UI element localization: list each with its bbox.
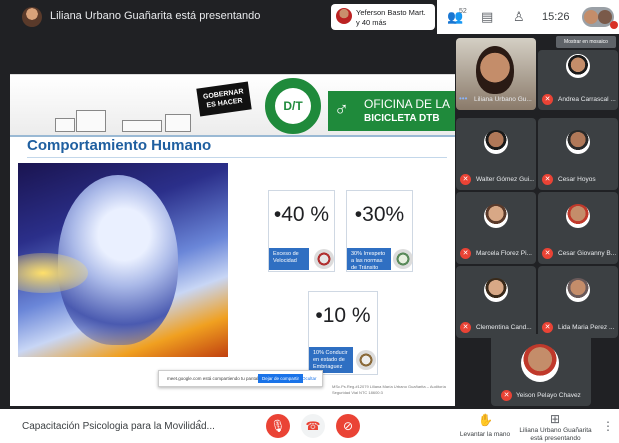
stat-card-speed: •40 % Exceso de Velocidad (268, 190, 335, 272)
top-bar: Liliana Urbano Guañarita está presentand… (0, 0, 619, 34)
meeting-name[interactable]: Capacitación Psicologia para la Movilida… (22, 421, 215, 432)
oficina-line1: OFICINA DE LA (364, 97, 451, 111)
participant-avatar (484, 204, 508, 228)
slide-banner: GOBERNAR ES HACER D/T ♂ OFICINA DE LA BIC… (10, 75, 455, 137)
stat-card-norms: •30% 30% Irrespeto a las normas de Tráns… (346, 190, 413, 272)
participant-avatar (566, 278, 590, 302)
title-divider (27, 157, 447, 158)
participant-avatar (484, 278, 508, 302)
raise-hand-icon[interactable]: ✋ (478, 413, 493, 427)
more-options-icon[interactable]: ⋮ (602, 419, 614, 433)
shared-slide: GOBERNAR ES HACER D/T ♂ OFICINA DE LA BIC… (10, 74, 455, 406)
mic-off-icon: ✕ (460, 174, 471, 185)
stat-photo (393, 249, 413, 269)
dtt-seal-letters: D/T (275, 88, 311, 124)
presenting-label-2[interactable]: está presentando (518, 435, 593, 443)
participant-tile[interactable]: ✕ Clementina Cand... (456, 266, 536, 338)
share-text: meet.google.com está compartiendo tu pan… (167, 376, 264, 381)
top-toolbar: 👥 52 ▤ ♙ 15:26 (437, 0, 619, 34)
oficina-line2: BICICLETA DTB (364, 113, 440, 124)
stat-card-drunk: •10 % 10% Conducir en estado de Embriagu… (308, 291, 378, 375)
mic-off-icon: ✕ (460, 248, 471, 259)
notification-badge (610, 21, 618, 29)
participant-tile[interactable]: ✕ Walter Gómez Gui... (456, 118, 536, 190)
participant-tile[interactable]: ✕ Cesar Giovanny B... (538, 192, 618, 264)
building-drawing (76, 110, 106, 132)
chevron-up-icon[interactable]: ⌃ (195, 419, 203, 430)
mic-off-icon: ✕ (542, 174, 553, 185)
presenter-status: Liliana Urbano Guañarita está presentand… (50, 10, 261, 22)
self-avatar (584, 10, 598, 24)
stat-value: •30% (354, 203, 405, 226)
mic-off-icon: ✕ (542, 248, 553, 259)
participant-avatar (484, 130, 508, 154)
stat-caption: 30% Irrespeto a las normas de Tránsito (347, 248, 391, 271)
chat-icon[interactable]: ▤ (481, 9, 493, 25)
notification-more: y 40 más (356, 18, 387, 27)
raise-hand-label[interactable]: Levantar la mano (455, 431, 515, 439)
gobernar-logo: GOBERNAR ES HACER (196, 81, 252, 117)
participant-name: Clementina Cand... (476, 324, 532, 331)
participant-tile[interactable]: ✕ Cesar Hoyos (538, 118, 618, 190)
stat-photo (314, 249, 334, 269)
stat-value: •10 % (315, 304, 371, 327)
stat-photo (356, 350, 376, 370)
participant-tile-featured[interactable]: ✕ Yeison Pelayo Chavez (491, 334, 591, 406)
dtt-seal: D/T (265, 78, 321, 134)
building-drawing (55, 118, 75, 132)
participants-grid: Mostrar en mosaico ••• Liliana Urbano Gu… (455, 34, 619, 409)
activities-icon[interactable]: ♙ (513, 9, 525, 25)
mic-off-icon: ✕ (460, 322, 471, 333)
screen-share-bar: meet.google.com está compartiendo tu pan… (158, 370, 323, 387)
clock: 15:26 (542, 11, 570, 23)
stop-sharing-button[interactable]: Dejar de compartir (258, 374, 304, 383)
participant-avatar (521, 344, 559, 382)
presenting-label-1[interactable]: Liliana Urbano Guañarita (518, 427, 593, 435)
leave-call-button[interactable]: ☎ (301, 414, 325, 438)
participant-name: Andrea Carrascal ... (558, 96, 616, 103)
participant-name: Yeison Pelayo Chavez (516, 392, 581, 399)
participant-avatar (566, 130, 590, 154)
bicycle-icon: ♂ (334, 99, 349, 121)
present-icon[interactable]: ⊞ (550, 412, 560, 426)
mic-off-button[interactable]: 🎙 (266, 414, 290, 438)
camera-off-button[interactable]: ⊘ (336, 414, 360, 438)
join-notification[interactable]: Yeferson Basto Mart. y 40 más (331, 4, 435, 30)
mic-off-icon: ✕ (501, 390, 512, 401)
slide-credit: MSc.Ps.Reg.#12079 Liliana María Urbano G… (332, 384, 446, 395)
participant-name: Marcela Florez Pi... (476, 250, 532, 257)
mic-off-icon: ✕ (542, 94, 553, 105)
participant-name: Liliana Urbano Gu... (474, 96, 532, 103)
pin-tooltip[interactable]: Mostrar en mosaico (556, 36, 616, 48)
mic-off-icon: ✕ (542, 322, 553, 333)
participant-name: Cesar Giovanny B... (558, 250, 616, 257)
participant-name: Cesar Hoyos (558, 176, 596, 183)
slide-title: Comportamiento Humano (27, 137, 212, 154)
stat-caption: Exceso de Velocidad (269, 248, 309, 270)
participant-tile[interactable]: ✕ Andrea Carrascal ... (538, 50, 618, 110)
oficina-bicicleta-logo: ♂ OFICINA DE LA BICICLETA DTB (328, 91, 455, 131)
participant-face (476, 46, 514, 94)
participant-name: Walter Gómez Gui... (476, 176, 534, 183)
building-drawing (122, 120, 162, 132)
bottom-bar: Capacitación Psicologia para la Movilida… (0, 409, 619, 443)
notification-name: Yeferson Basto Mart. (356, 8, 426, 17)
participant-avatar (566, 204, 590, 228)
hide-button[interactable]: Ocultar (302, 376, 317, 381)
presenter-avatar (22, 7, 42, 27)
participants-count: 52 (459, 8, 467, 15)
participant-tile[interactable]: ••• Liliana Urbano Gu... (456, 38, 536, 110)
notification-avatar (336, 8, 352, 24)
participant-tile[interactable]: ✕ Lida Maria Perez ... (538, 266, 618, 338)
participant-avatar (566, 54, 590, 78)
presentation-stage: GOBERNAR ES HACER D/T ♂ OFICINA DE LA BIC… (0, 34, 455, 406)
brain-illustration (18, 163, 228, 357)
audio-activity-icon: ••• (459, 94, 468, 103)
participant-name: Lida Maria Perez ... (558, 324, 615, 331)
participant-tile[interactable]: ✕ Marcela Florez Pi... (456, 192, 536, 264)
building-drawing (165, 114, 191, 132)
stat-value: •40 % (273, 203, 330, 226)
